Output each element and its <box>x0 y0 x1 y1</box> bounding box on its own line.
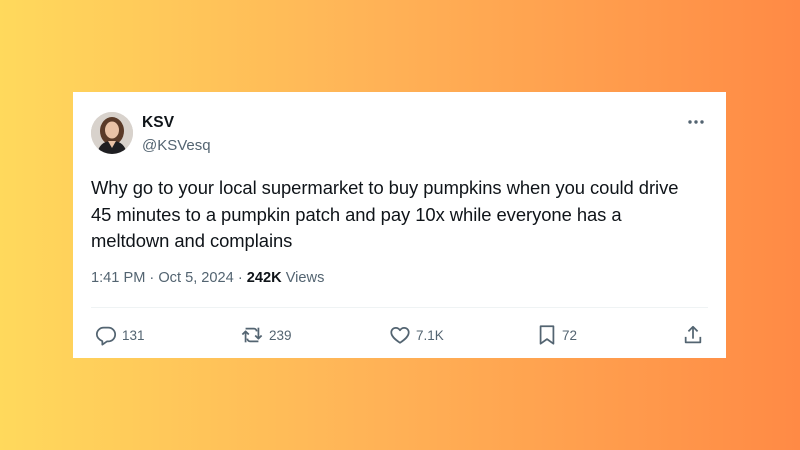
timestamp[interactable]: 1:41 PM · Oct 5, 2024 <box>91 270 234 286</box>
divider <box>91 307 708 308</box>
bookmark-icon <box>539 325 555 345</box>
reply-count: 131 <box>122 327 145 343</box>
share-button[interactable] <box>682 322 704 348</box>
retweet-icon <box>241 327 263 343</box>
tweet-card: KSV @KSVesq Why go to your local superma… <box>73 92 726 358</box>
share-icon <box>684 325 702 344</box>
heart-icon <box>390 326 410 344</box>
reply-icon <box>95 326 117 346</box>
action-bar: 131 239 7.1K 72 <box>73 322 726 348</box>
like-count: 7.1K <box>416 327 444 343</box>
avatar[interactable] <box>91 112 133 154</box>
bookmark-count: 72 <box>562 327 578 343</box>
author-handle[interactable]: @KSVesq <box>142 137 211 154</box>
more-horizontal-icon <box>688 120 704 124</box>
meta-separator: · <box>233 270 247 286</box>
author-name[interactable]: KSV <box>142 114 174 132</box>
views-label: Views <box>281 270 325 286</box>
more-options-button[interactable] <box>684 112 708 132</box>
tweet-meta: 1:41 PM · Oct 5, 2024 · 242K Views <box>91 270 324 286</box>
bookmark-button[interactable]: 72 <box>537 322 577 348</box>
reply-button[interactable]: 131 <box>95 322 145 348</box>
tweet-text: Why go to your local supermarket to buy … <box>91 177 679 251</box>
retweet-count: 239 <box>269 327 292 343</box>
views-count: 242K <box>246 270 282 286</box>
retweet-button[interactable]: 239 <box>240 322 292 348</box>
like-button[interactable]: 7.1K <box>389 322 444 348</box>
